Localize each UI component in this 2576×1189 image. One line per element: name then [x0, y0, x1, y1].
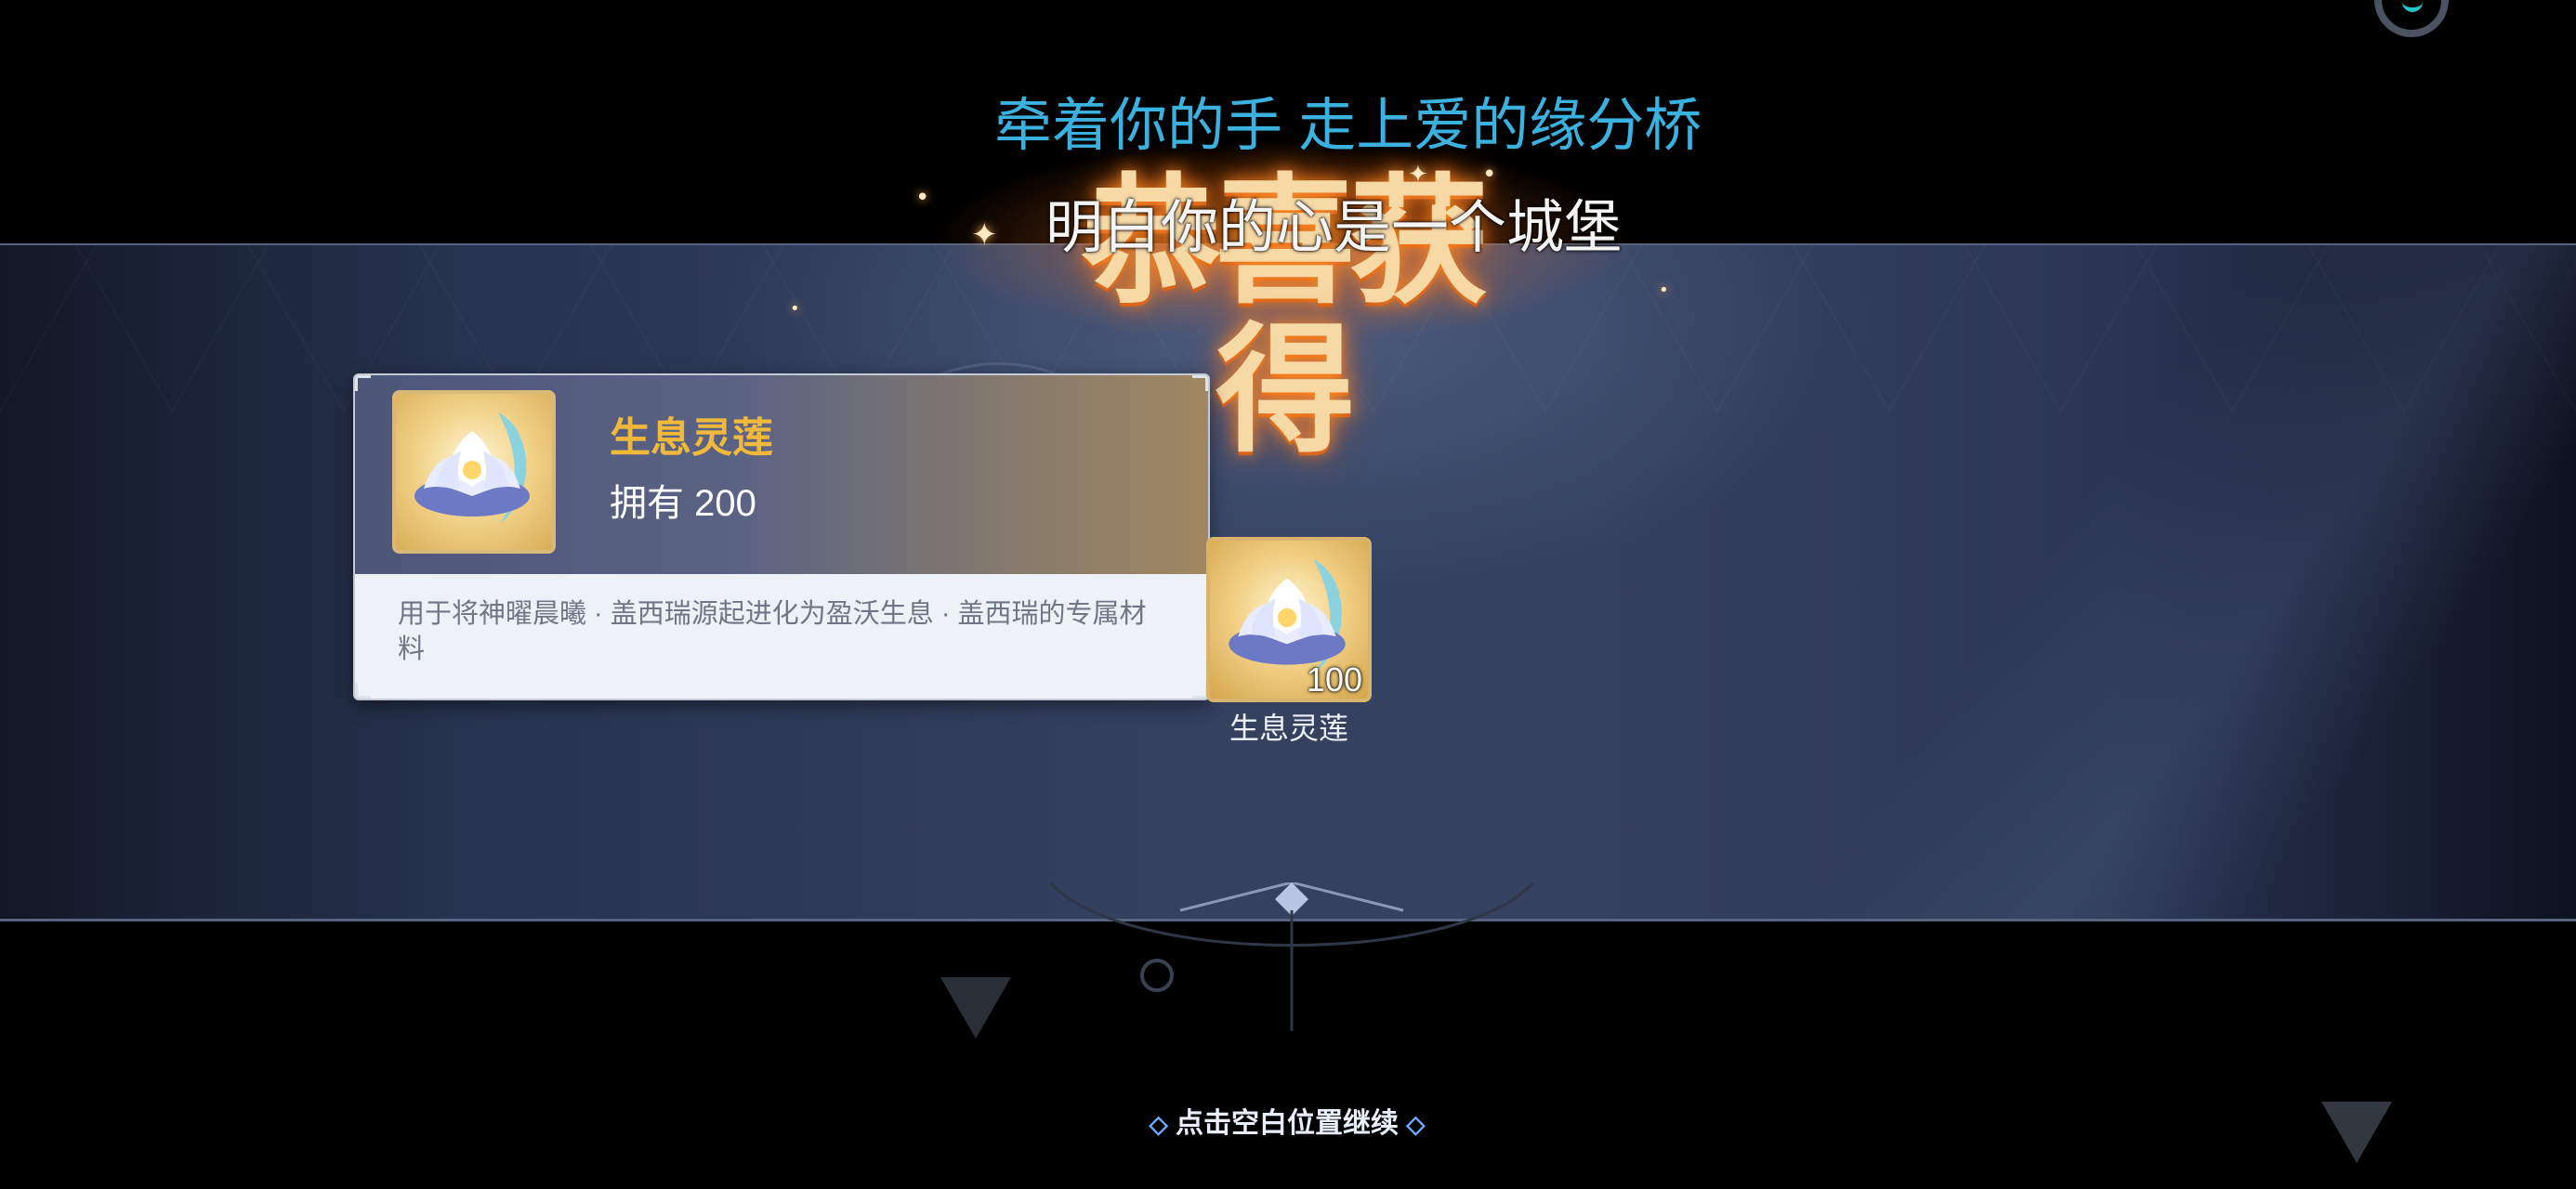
- continue-prompt[interactable]: ◇ 点击空白位置继续 ◇: [1129, 1105, 1445, 1143]
- menu-button[interactable]: [2374, 0, 2449, 37]
- card-corner-decoration: [1192, 375, 1208, 391]
- diamond-icon: ◇: [1149, 1110, 1168, 1138]
- item-card-body: 用于将神曜晨曦 · 盖西瑞源起进化为盈沃生息 · 盖西瑞的专属材料: [355, 574, 1208, 699]
- reward-screen[interactable]: 恭喜获得 ✦ • ✦ • • • 牵着你的手 走上爱的缘分桥 明白你的心是一个城…: [0, 0, 2576, 1189]
- bottom-ornament: [1048, 882, 1535, 1031]
- reward-item-slot[interactable]: 100: [1206, 537, 1372, 702]
- white-lotus-icon: [414, 412, 530, 524]
- sparkle-icon: •: [915, 184, 930, 212]
- item-description: 用于将神曜晨曦 · 盖西瑞源起进化为盈沃生息 · 盖西瑞的专属材料: [398, 599, 1147, 664]
- owned-count: 拥有 200: [610, 483, 756, 524]
- reward-item-name: 生息灵莲: [1229, 712, 1348, 745]
- decorative-triangle: [2321, 1102, 2392, 1163]
- item-card-header: 生息灵莲 拥有 200: [355, 375, 1208, 574]
- item-detail-card: 生息灵莲 拥有 200 用于将神曜晨曦 · 盖西瑞源起进化为盈沃生息 · 盖西瑞…: [353, 373, 1210, 700]
- reward-quantity: 100: [1306, 660, 1362, 699]
- sparkle-icon: ✦: [1408, 161, 1428, 189]
- item-icon-frame: [392, 390, 556, 554]
- decorative-triangle: [940, 977, 1011, 1039]
- card-corner-decoration: [355, 683, 371, 699]
- menu-icon: [2402, 0, 2423, 12]
- lyric-line-2: 明白你的心是一个城堡: [1045, 196, 1623, 260]
- sparkle-icon: •: [1659, 281, 1669, 300]
- sparkle-icon: ✦: [971, 216, 998, 254]
- item-name: 生息灵莲: [610, 415, 773, 461]
- continue-text: 点击空白位置继续: [1176, 1108, 1399, 1139]
- sparkle-icon: •: [1482, 161, 1497, 189]
- diamond-icon: ◇: [1406, 1110, 1426, 1138]
- sparkle-icon: •: [790, 299, 800, 319]
- lyric-line-1: 牵着你的手 走上爱的缘分桥: [994, 94, 1702, 158]
- card-corner-decoration: [355, 375, 371, 391]
- banner-light-streak: [1740, 245, 2576, 919]
